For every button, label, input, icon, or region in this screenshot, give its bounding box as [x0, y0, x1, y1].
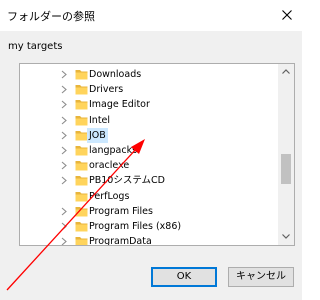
tree-item[interactable]: langpacks: [20, 143, 278, 158]
scroll-down-button[interactable]: [278, 229, 294, 245]
close-button[interactable]: [272, 0, 302, 31]
tree-item-label: ProgramData: [89, 236, 152, 246]
tree-item[interactable]: ProgramData: [20, 234, 278, 246]
tree-item-label: Program Files: [89, 205, 153, 217]
folder-tree[interactable]: Downloads Drivers Image Editor Intel JOB lang…: [19, 63, 295, 246]
chevron-up-icon: [282, 69, 290, 74]
chevron-right-icon[interactable]: [60, 146, 68, 155]
chevron-right-icon[interactable]: [60, 131, 68, 140]
browse-folder-dialog: フォルダーの参照 my targets Downloads Drivers Imag…: [0, 0, 302, 300]
chevron-right-icon[interactable]: [60, 176, 68, 185]
tree-item[interactable]: Intel: [20, 113, 278, 128]
tree-item-label: Image Editor: [89, 99, 150, 111]
tree-item-label: Intel: [89, 114, 111, 126]
chevron-right-icon[interactable]: [60, 85, 68, 94]
chevron-right-icon[interactable]: [60, 237, 68, 246]
vertical-scrollbar[interactable]: [278, 64, 294, 245]
tree-item-label: PerfLogs: [89, 190, 130, 202]
tree-item[interactable]: JOB: [20, 127, 278, 143]
window-title: フォルダーの参照: [7, 10, 95, 23]
tree-item-label: PB10システムCD: [89, 175, 165, 187]
tree-item-label: Drivers: [89, 84, 124, 96]
tree-item-label: Program Files (x86): [89, 221, 182, 232]
tree-item[interactable]: PerfLogs: [20, 189, 278, 204]
tree-item[interactable]: PB10システムCD: [20, 173, 278, 188]
chevron-down-icon: [282, 234, 290, 239]
tree-item[interactable]: Program Files: [20, 204, 278, 219]
tree-item-label: langpacks: [89, 145, 138, 156]
title-bar: フォルダーの参照: [0, 0, 302, 31]
tree-item[interactable]: Drivers: [20, 82, 278, 97]
chevron-right-icon[interactable]: [60, 207, 68, 216]
scroll-up-button[interactable]: [278, 64, 294, 80]
tree-item-label: oraclexe: [89, 160, 130, 172]
tree-item[interactable]: Program Files (x86): [20, 219, 278, 234]
chevron-right-icon[interactable]: [60, 116, 68, 125]
ok-button[interactable]: OK: [151, 267, 217, 287]
dialog-instruction: my targets: [8, 41, 63, 52]
cancel-button[interactable]: キャンセル: [228, 267, 294, 287]
close-icon: [282, 10, 292, 20]
tree-item[interactable]: Downloads: [20, 67, 278, 82]
chevron-right-icon[interactable]: [60, 161, 68, 170]
chevron-right-icon[interactable]: [60, 100, 68, 109]
tree-item-label: Downloads: [89, 69, 142, 80]
chevron-right-icon[interactable]: [60, 222, 68, 231]
chevron-right-icon[interactable]: [60, 70, 68, 79]
tree-item[interactable]: oraclexe: [20, 158, 278, 173]
tree-item[interactable]: Image Editor: [20, 97, 278, 112]
tree-item-label: JOB: [87, 127, 108, 143]
scroll-thumb[interactable]: [281, 154, 291, 184]
